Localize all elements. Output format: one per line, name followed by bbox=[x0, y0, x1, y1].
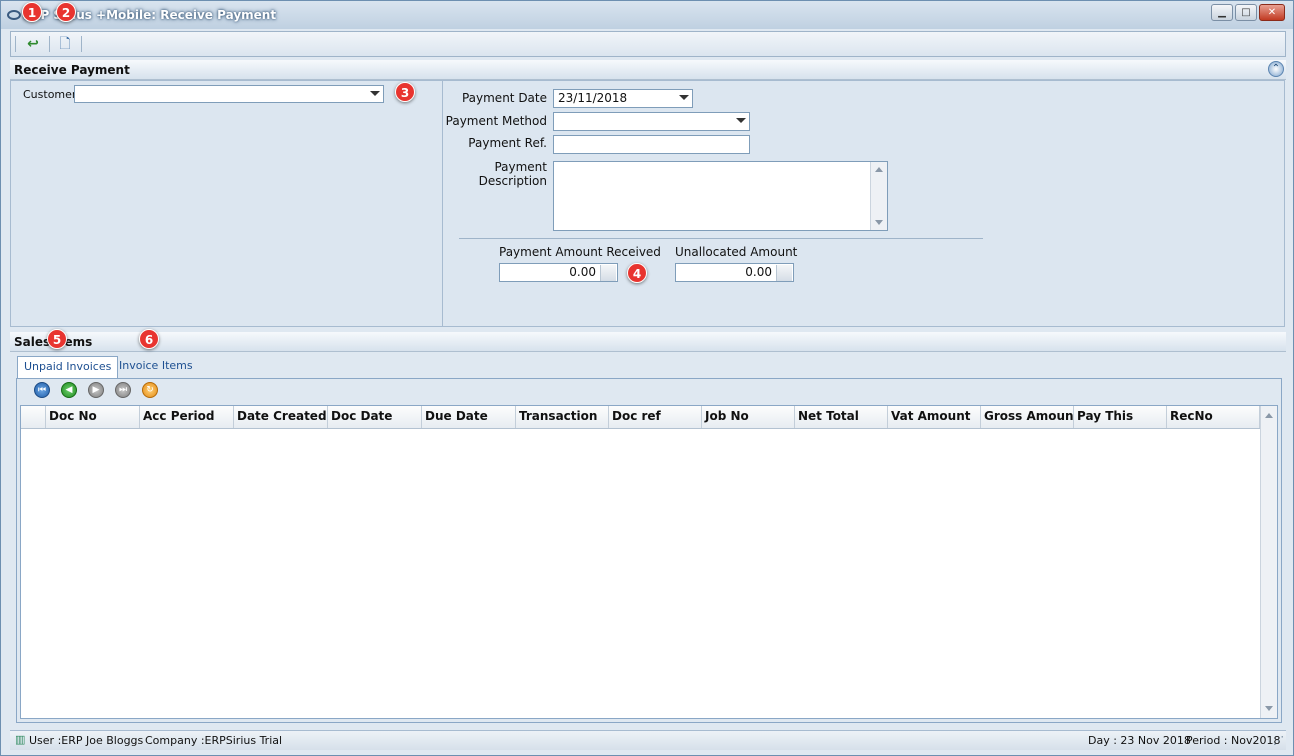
status-company: Company :ERPSirius Trial bbox=[145, 734, 283, 747]
annotation-marker-2: 2 bbox=[56, 2, 76, 22]
payment-date-value: 23/11/2018 bbox=[558, 91, 628, 105]
column-header-gross-amount[interactable]: Gross Amount bbox=[981, 406, 1074, 428]
annotation-marker-4: 4 bbox=[627, 263, 647, 283]
annotation-marker-6: 6 bbox=[139, 329, 159, 349]
payment-date-field[interactable]: 23/11/2018 bbox=[553, 89, 693, 108]
toolbar-separator bbox=[81, 36, 82, 52]
row-indicator-header bbox=[21, 406, 46, 428]
status-bar: ▥ User :ERP Joe Bloggs Company :ERPSiriu… bbox=[10, 730, 1286, 750]
payment-amount-received-label: Payment Amount Received bbox=[499, 245, 661, 259]
customer-label: Customer bbox=[23, 88, 77, 101]
unallocated-amount-field[interactable]: 0.00 bbox=[675, 263, 794, 282]
column-header-pay-this[interactable]: Pay This bbox=[1074, 406, 1167, 428]
column-header-doc-no[interactable]: Doc No bbox=[46, 406, 140, 428]
column-header-net-total[interactable]: Net Total bbox=[795, 406, 888, 428]
chevron-down-icon[interactable] bbox=[370, 91, 380, 96]
previous-record-icon[interactable]: ◀ bbox=[61, 382, 77, 398]
payment-amount-received-field[interactable]: 0.00 bbox=[499, 263, 618, 282]
description-scrollbar[interactable] bbox=[870, 162, 887, 230]
column-header-transaction[interactable]: Transaction bbox=[516, 406, 609, 428]
sales-items-header: Sales Items bbox=[10, 332, 1286, 352]
user-icon: ▥ bbox=[15, 733, 26, 746]
receive-payment-header: Receive Payment ⌃ bbox=[10, 60, 1286, 80]
minimize-button[interactable]: ▁ bbox=[1211, 4, 1233, 21]
chevron-down-icon[interactable] bbox=[679, 95, 689, 100]
payment-details-panel: Payment Date 23/11/2018 Payment Method P… bbox=[442, 80, 1285, 327]
amount-divider bbox=[459, 238, 983, 239]
payment-ref-input[interactable] bbox=[553, 135, 750, 154]
customer-panel: Customer bbox=[10, 80, 443, 327]
calculator-button[interactable] bbox=[776, 265, 792, 281]
customer-dropdown[interactable] bbox=[74, 85, 384, 103]
unallocated-amount-value: 0.00 bbox=[745, 265, 772, 279]
collapse-section-icon[interactable]: ⌃ bbox=[1268, 61, 1284, 77]
new-document-icon[interactable]: 🗋 bbox=[55, 35, 75, 53]
column-header-recno[interactable]: RecNo bbox=[1167, 406, 1260, 428]
column-header-acc-period[interactable]: Acc Period bbox=[140, 406, 234, 428]
scroll-down-icon[interactable] bbox=[1265, 706, 1273, 711]
column-header-doc-date[interactable]: Doc Date bbox=[328, 406, 422, 428]
column-header-due-date[interactable]: Due Date bbox=[422, 406, 516, 428]
toolbar-separator bbox=[15, 36, 16, 52]
receive-payment-window: ERP Sirius +Mobile: Receive Payment ▁ □ … bbox=[0, 0, 1294, 756]
grid-header-row: Doc No Acc Period Date Created Doc Date … bbox=[21, 406, 1260, 429]
tab-invoice-items[interactable]: Invoice Items bbox=[113, 356, 199, 378]
grid-scrollbar[interactable] bbox=[1260, 406, 1277, 718]
annotation-marker-3: 3 bbox=[395, 82, 415, 102]
payment-ref-label: Payment Ref. bbox=[468, 136, 547, 150]
unallocated-amount-label: Unallocated Amount bbox=[675, 245, 798, 259]
tab-unpaid-invoices[interactable]: Unpaid Invoices bbox=[17, 356, 119, 379]
resize-grip-icon[interactable]: ⋰ bbox=[1273, 734, 1284, 747]
scroll-up-icon[interactable] bbox=[1265, 413, 1273, 418]
payment-description-textarea[interactable] bbox=[553, 161, 888, 231]
first-record-icon[interactable]: ⏮ bbox=[34, 382, 50, 398]
payment-amount-received-value: 0.00 bbox=[569, 265, 596, 279]
scroll-down-icon[interactable] bbox=[875, 220, 883, 225]
status-user: User :ERP Joe Bloggs bbox=[29, 734, 144, 747]
refresh-icon[interactable]: ↻ bbox=[142, 382, 158, 398]
eye-logo-icon[interactable] bbox=[7, 10, 21, 20]
annotation-marker-5: 5 bbox=[47, 329, 67, 349]
scroll-up-icon[interactable] bbox=[875, 167, 883, 172]
title-bar: ERP Sirius +Mobile: Receive Payment ▁ □ … bbox=[1, 1, 1293, 29]
next-record-icon[interactable]: ▶ bbox=[88, 382, 104, 398]
payment-date-label: Payment Date bbox=[461, 91, 547, 105]
payment-method-label: Payment Method bbox=[445, 114, 547, 128]
status-day: Day : 23 Nov 2018 bbox=[1088, 734, 1191, 747]
column-header-date-created[interactable]: Date Created bbox=[234, 406, 328, 428]
last-record-icon[interactable]: ⏭ bbox=[115, 382, 131, 398]
payment-description-label-line1: Payment bbox=[494, 160, 547, 174]
main-toolbar: ↩ 🗋 bbox=[10, 31, 1286, 57]
receive-payment-title: Receive Payment bbox=[14, 63, 130, 77]
close-button[interactable]: ✕ bbox=[1259, 4, 1285, 21]
column-header-job-no[interactable]: Job No bbox=[702, 406, 795, 428]
chevron-down-icon[interactable] bbox=[736, 118, 746, 123]
column-header-doc-ref[interactable]: Doc ref bbox=[609, 406, 702, 428]
unpaid-invoices-grid[interactable]: Doc No Acc Period Date Created Doc Date … bbox=[20, 405, 1278, 719]
status-period: Period : Nov2018 bbox=[1186, 734, 1281, 747]
calculator-button[interactable] bbox=[600, 265, 616, 281]
undo-arrow-icon[interactable]: ↩ bbox=[23, 35, 43, 53]
column-header-vat-amount[interactable]: Vat Amount bbox=[888, 406, 981, 428]
maximize-button[interactable]: □ bbox=[1235, 4, 1257, 21]
payment-description-label-line2: Description bbox=[478, 174, 547, 188]
payment-method-dropdown[interactable] bbox=[553, 112, 750, 131]
annotation-marker-1: 1 bbox=[22, 2, 42, 22]
toolbar-separator bbox=[49, 36, 50, 52]
